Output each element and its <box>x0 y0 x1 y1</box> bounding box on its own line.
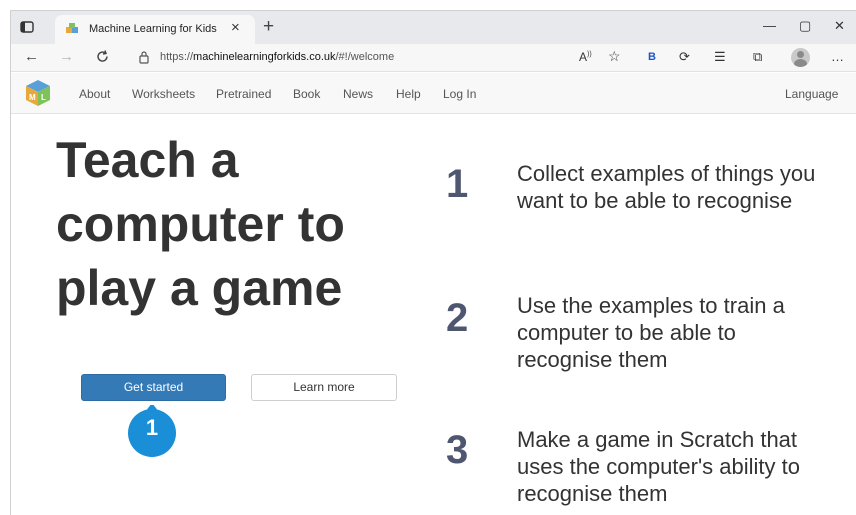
favorites-bar-icon[interactable]: ☰ <box>714 49 726 65</box>
nav-help[interactable]: Help <box>396 87 421 101</box>
nav-about[interactable]: About <box>79 87 110 101</box>
extension-b-icon[interactable]: B <box>648 51 656 63</box>
site-logo[interactable]: M L <box>23 78 53 108</box>
profile-avatar[interactable] <box>791 48 810 67</box>
hero-title: Teach a computer to play a game <box>56 132 345 316</box>
step-2-text: Use the examples to train a computer to … <box>517 293 785 372</box>
new-tab-icon[interactable]: + <box>263 17 274 36</box>
back-icon[interactable]: ← <box>24 47 39 67</box>
step-1-number: 1 <box>446 162 469 206</box>
nav-pretrained[interactable]: Pretrained <box>216 87 271 101</box>
url-prefix: https:// <box>160 51 194 63</box>
lock-icon[interactable] <box>138 50 150 65</box>
step-2-number: 2 <box>446 296 469 340</box>
tab-title: Machine Learning for Kids <box>89 23 217 35</box>
svg-text:L: L <box>41 93 46 102</box>
nav-login[interactable]: Log In <box>443 87 476 101</box>
learn-more-button[interactable]: Learn more <box>251 374 397 401</box>
refresh-icon[interactable] <box>95 49 110 64</box>
forward-icon[interactable]: → <box>59 47 74 67</box>
step-3-number: 3 <box>446 428 469 472</box>
site-favicon-icon <box>66 23 78 33</box>
step-3-text: Make a game in Scratch that uses the com… <box>517 427 801 506</box>
tab-close-icon[interactable]: × <box>231 19 240 36</box>
maximize-icon[interactable]: ▢ <box>799 18 811 34</box>
address-bar[interactable]: https://machinelearningforkids.co.uk/#!/… <box>160 51 394 63</box>
browser-tab[interactable]: Machine Learning for Kids × <box>55 15 255 44</box>
nav-news[interactable]: News <box>343 87 373 101</box>
nav-language[interactable]: Language <box>785 87 838 101</box>
favorite-icon[interactable]: ☆ <box>608 48 621 65</box>
read-aloud-icon[interactable]: A)) <box>579 50 592 64</box>
extensions-icon[interactable]: ⟳ <box>679 49 690 65</box>
more-icon[interactable]: … <box>831 49 844 64</box>
get-started-button[interactable]: Get started <box>81 374 226 401</box>
callout-number: 1 <box>145 415 159 440</box>
collections-icon[interactable]: ⧉ <box>753 49 762 65</box>
minimize-icon[interactable]: — <box>763 18 776 33</box>
url-host: machinelearningforkids.co.uk <box>193 51 336 63</box>
tab-actions-icon[interactable] <box>19 19 35 35</box>
site-navbar: M L About Worksheets Pretrained Book New… <box>11 73 856 114</box>
nav-worksheets[interactable]: Worksheets <box>132 87 195 101</box>
url-path: /#!/welcome <box>335 51 395 63</box>
close-window-icon[interactable]: ✕ <box>834 18 845 34</box>
nav-book[interactable]: Book <box>293 87 320 101</box>
svg-text:M: M <box>29 93 36 102</box>
tab-strip: Machine Learning for Kids × + — ▢ ✕ <box>11 11 856 44</box>
step-1-text: Collect examples of things you want to b… <box>517 161 816 213</box>
browser-toolbar: ← → https://machinelearningforkids.co.uk… <box>11 44 856 72</box>
